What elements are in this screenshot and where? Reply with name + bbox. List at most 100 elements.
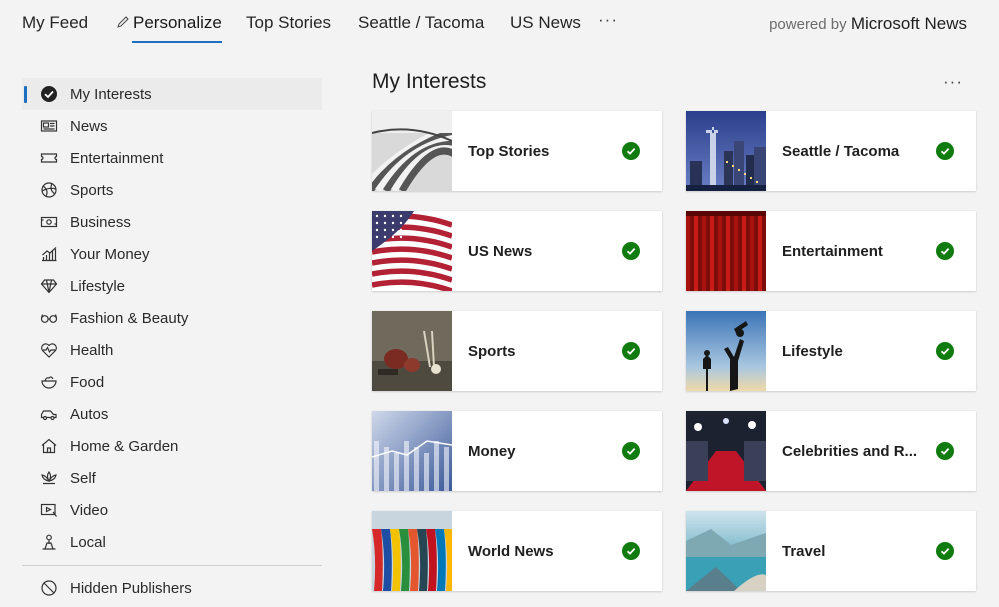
sidebar-item-label: Food — [70, 373, 105, 391]
sidebar-item-label: Fashion & Beauty — [70, 309, 189, 327]
interest-thumbnail — [372, 311, 452, 391]
interest-label: Money — [468, 442, 516, 460]
diamond-icon — [40, 277, 58, 295]
check-icon[interactable] — [936, 142, 954, 160]
check-icon[interactable] — [622, 142, 640, 160]
interest-card[interactable]: Sports — [372, 311, 662, 391]
sidebar-divider — [22, 565, 322, 566]
lotus-icon — [40, 469, 58, 487]
sidebar-item-label: Self — [70, 469, 96, 487]
sidebar-item-health[interactable]: Health — [22, 334, 322, 366]
interest-thumbnail — [372, 511, 452, 591]
sidebar-item-label: Hidden Publishers — [70, 579, 192, 597]
interest-label: Celebrities and R... — [782, 442, 918, 460]
sidebar-item-sports[interactable]: Sports — [22, 174, 322, 206]
interest-card[interactable]: US News — [372, 211, 662, 291]
interest-label: Travel — [782, 542, 826, 560]
sidebar-item-business[interactable]: Business — [22, 206, 322, 238]
sidebar-item-label: Entertainment — [70, 149, 164, 167]
video-icon — [40, 501, 58, 519]
check-icon[interactable] — [622, 242, 640, 260]
interest-card[interactable]: Celebrities and R... — [686, 411, 976, 491]
tab-personalize-label: Personalize — [133, 13, 222, 32]
location-icon — [40, 533, 58, 551]
interest-card[interactable]: Lifestyle — [686, 311, 976, 391]
interest-card[interactable]: Seattle / Tacoma — [686, 111, 976, 191]
home-icon — [40, 437, 58, 455]
sidebar-item-my-interests[interactable]: My Interests — [22, 78, 322, 110]
interest-label: Seattle / Tacoma — [782, 142, 900, 160]
tab-us-news[interactable]: US News — [510, 12, 581, 34]
more-tabs-icon[interactable]: ··· — [598, 10, 618, 30]
interest-card[interactable]: Top Stories — [372, 111, 662, 191]
check-icon[interactable] — [936, 442, 954, 460]
interest-thumbnail — [686, 211, 766, 291]
interest-thumbnail — [372, 411, 452, 491]
sidebar-item-entertainment[interactable]: Entertainment — [22, 142, 322, 174]
sidebar: My Interests News Entertainment Sports Busin… — [22, 78, 322, 604]
sidebar-item-label: Video — [70, 501, 109, 519]
tab-personalize[interactable]: Personalize — [116, 12, 222, 43]
interest-label: US News — [468, 242, 533, 260]
interest-thumbnail — [686, 511, 766, 591]
interest-thumbnail — [686, 111, 766, 191]
powered-by-prefix: powered by — [769, 16, 847, 33]
top-navigation: My Feed Personalize Top Stories Seattle … — [0, 0, 999, 46]
check-icon[interactable] — [936, 542, 954, 560]
interest-label: Entertainment — [782, 242, 883, 260]
bowl-icon — [40, 373, 58, 391]
sidebar-item-local[interactable]: Local — [22, 526, 322, 558]
sidebar-item-food[interactable]: Food — [22, 366, 322, 398]
interest-card[interactable]: World News — [372, 511, 662, 591]
sidebar-item-hidden-publishers[interactable]: Hidden Publishers — [22, 572, 322, 604]
check-icon[interactable] — [936, 242, 954, 260]
pencil-icon — [116, 13, 130, 28]
sidebar-item-label: My Interests — [70, 85, 152, 103]
glasses-icon — [40, 309, 58, 327]
sidebar-item-home-garden[interactable]: Home & Garden — [22, 430, 322, 462]
money-icon — [40, 213, 58, 231]
more-options-icon[interactable]: ··· — [943, 72, 963, 92]
powered-by: powered by Microsoft News — [769, 14, 967, 34]
sidebar-item-label: Home & Garden — [70, 437, 179, 455]
interest-label: Sports — [468, 342, 516, 360]
active-tab-indicator — [132, 41, 222, 43]
interest-card[interactable]: Entertainment — [686, 211, 976, 291]
interest-label: World News — [468, 542, 554, 560]
sidebar-item-fashion-beauty[interactable]: Fashion & Beauty — [22, 302, 322, 334]
sidebar-item-label: Lifestyle — [70, 277, 126, 295]
ticket-icon — [40, 149, 58, 167]
page-title: My Interests — [372, 70, 487, 93]
sidebar-item-label: News — [70, 117, 108, 135]
sidebar-item-label: Autos — [70, 405, 109, 423]
chart-icon — [40, 245, 58, 263]
sidebar-item-video[interactable]: Video — [22, 494, 322, 526]
car-icon — [40, 405, 58, 423]
sidebar-item-self[interactable]: Self — [22, 462, 322, 494]
check-icon[interactable] — [622, 542, 640, 560]
selected-indicator — [24, 86, 27, 103]
sidebar-item-label: Health — [70, 341, 114, 359]
check-icon[interactable] — [936, 342, 954, 360]
block-icon — [40, 579, 58, 597]
sidebar-item-your-money[interactable]: Your Money — [22, 238, 322, 270]
sidebar-item-label: Your Money — [70, 245, 150, 263]
ball-icon — [40, 181, 58, 199]
sidebar-item-label: Local — [70, 533, 106, 551]
check-icon[interactable] — [622, 342, 640, 360]
sidebar-item-lifestyle[interactable]: Lifestyle — [22, 270, 322, 302]
interest-label: Top Stories — [468, 142, 550, 160]
interest-card[interactable]: Travel — [686, 511, 976, 591]
tab-my-feed[interactable]: My Feed — [22, 12, 88, 34]
check-circle-icon — [40, 85, 58, 103]
sidebar-item-label: Sports — [70, 181, 114, 199]
sidebar-item-news[interactable]: News — [22, 110, 322, 142]
tab-top-stories[interactable]: Top Stories — [246, 12, 331, 34]
interest-thumbnail — [686, 411, 766, 491]
interest-card[interactable]: Money — [372, 411, 662, 491]
interest-thumbnail — [372, 111, 452, 191]
interest-thumbnail — [686, 311, 766, 391]
tab-seattle-tacoma[interactable]: Seattle / Tacoma — [358, 12, 484, 34]
check-icon[interactable] — [622, 442, 640, 460]
sidebar-item-autos[interactable]: Autos — [22, 398, 322, 430]
